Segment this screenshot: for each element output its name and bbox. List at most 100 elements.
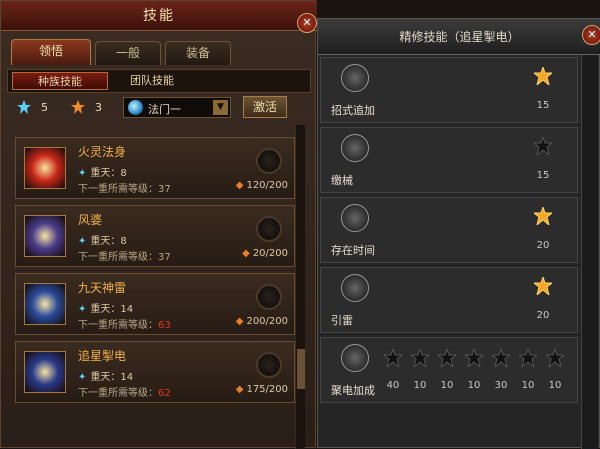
- blue-point-count: 5: [41, 101, 48, 114]
- skill-cost-text: 175/200: [246, 384, 288, 395]
- blue-star-icon: ✦: [78, 168, 87, 179]
- refine-skill-icon[interactable]: [341, 274, 369, 302]
- refine-node-value: 10: [440, 380, 454, 391]
- close-skill-window-button[interactable]: ✕: [297, 13, 317, 33]
- refine-row: 缴械 15: [320, 127, 578, 193]
- refine-node-icon[interactable]: [519, 349, 537, 367]
- resource-row: 5 3 法门一 ▼ 激活: [7, 95, 311, 121]
- requirement-text: 下一重所需等级：37: [78, 252, 171, 263]
- skill-list-scrollbar[interactable]: [295, 125, 305, 449]
- subtab-team-skills[interactable]: 团队技能: [112, 72, 192, 90]
- chevron-down-icon[interactable]: ▼: [213, 100, 228, 115]
- refine-node-value: 20: [536, 240, 550, 251]
- skill-cost: ◆ 200/200: [236, 316, 288, 327]
- skill-level-text: 重天：14: [90, 304, 134, 315]
- refine-skill-panel: 精修技能（追星掣电） ✕ 招式追加 15 缴械 15 存在时间 20 引雷 20 聚电加成 40 1…: [317, 18, 600, 449]
- refine-row: 招式追加 15: [320, 57, 578, 123]
- upgrade-slot-icon[interactable]: [256, 216, 282, 242]
- refine-node-value: 10: [467, 380, 481, 391]
- skill-name: 火灵法身: [78, 145, 127, 159]
- orange-point-count: 3: [95, 101, 102, 114]
- skill-card[interactable]: 火灵法身 ✦ 重天：8 下一重所需等级：37 ◆ 120/200: [15, 137, 295, 199]
- refine-node-icon[interactable]: [534, 137, 552, 155]
- refine-node-icon[interactable]: [534, 67, 552, 85]
- skill-card[interactable]: 追星掣电 ✦ 重天：14 下一重所需等级：62 ◆ 175/200: [15, 341, 295, 403]
- skill-window: 技能 ✕ 领悟 一般 装备 种族技能 团队技能 5 3 法门一 ▼ 激活 火灵法…: [0, 0, 317, 449]
- subtab-race-skills[interactable]: 种族技能: [12, 72, 108, 90]
- tab-equipment[interactable]: 装备: [165, 41, 231, 65]
- refine-node-value: 15: [536, 170, 550, 181]
- upgrade-slot-icon[interactable]: [256, 352, 282, 378]
- skill-icon: [24, 283, 66, 325]
- school-select[interactable]: 法门一 ▼: [123, 97, 231, 118]
- refine-label: 引雷: [331, 314, 353, 327]
- orange-gem-icon: ◆: [235, 180, 244, 191]
- refine-node-icon[interactable]: [534, 207, 552, 225]
- school-orb-icon: [128, 100, 143, 115]
- orange-gem-icon: ◆: [235, 384, 244, 395]
- orange-gem-icon: ◆: [235, 316, 244, 327]
- refine-node-value: 30: [494, 380, 508, 391]
- refine-node-value: 40: [386, 380, 400, 391]
- refine-panel-scrollbar[interactable]: [581, 55, 598, 449]
- requirement-text: 下一重所需等级：: [78, 320, 158, 331]
- refine-node-icon[interactable]: [411, 349, 429, 367]
- skill-cost: ◆ 20/200: [242, 248, 288, 259]
- orange-gem-icon: [71, 100, 85, 114]
- subtab-bar: 种族技能 团队技能: [7, 69, 311, 93]
- refine-node-icon[interactable]: [534, 277, 552, 295]
- skill-icon: [24, 147, 66, 189]
- skill-icon: [24, 215, 66, 257]
- upgrade-slot-icon[interactable]: [256, 284, 282, 310]
- skill-requirement: 下一重所需等级：37: [78, 180, 171, 195]
- skill-card[interactable]: 风婆 ✦ 重天：8 下一重所需等级：37 ◆ 20/200: [15, 205, 295, 267]
- refine-skill-icon[interactable]: [341, 134, 369, 162]
- refine-label: 存在时间: [331, 244, 375, 257]
- skill-cost-text: 120/200: [246, 180, 288, 191]
- skill-level-text: 重天：8: [90, 236, 127, 247]
- requirement-text: 下一重所需等级：37: [78, 184, 171, 195]
- skill-name: 风婆: [78, 213, 103, 227]
- refine-node-icon[interactable]: [492, 349, 510, 367]
- orange-gem-icon: ◆: [242, 248, 250, 259]
- refine-node-value: 10: [413, 380, 427, 391]
- skill-card[interactable]: 九天神雷 ✦ 重天：14 下一重所需等级：63 ◆ 200/200: [15, 273, 295, 335]
- refine-node-icon[interactable]: [546, 349, 564, 367]
- refine-row: 引雷 20: [320, 267, 578, 333]
- skill-level: ✦ 重天：14: [78, 368, 133, 383]
- refine-label: 招式追加: [331, 104, 375, 117]
- skill-requirement: 下一重所需等级：62: [78, 384, 171, 399]
- skill-level-text: 重天：14: [90, 372, 134, 383]
- refine-node-icon[interactable]: [465, 349, 483, 367]
- requirement-text: 下一重所需等级：: [78, 388, 158, 399]
- refine-panel-title: 精修技能（追星掣电）: [318, 19, 600, 55]
- skill-list: 火灵法身 ✦ 重天：8 下一重所需等级：37 ◆ 120/200 风婆 ✦ 重天：8 下一重所需等…: [9, 125, 309, 449]
- skill-requirement: 下一重所需等级：37: [78, 248, 171, 263]
- refine-node-value: 20: [536, 310, 550, 321]
- activate-button[interactable]: 激活: [243, 96, 287, 118]
- skill-cost-text: 200/200: [246, 316, 288, 327]
- skill-level: ✦ 重天：14: [78, 300, 133, 315]
- requirement-level: 63: [158, 320, 171, 331]
- refine-label: 聚电加成: [331, 384, 375, 397]
- tab-comprehend[interactable]: 领悟: [11, 39, 91, 65]
- upgrade-slot-icon[interactable]: [256, 148, 282, 174]
- skill-name: 九天神雷: [78, 281, 127, 295]
- skill-level: ✦ 重天：8: [78, 164, 127, 179]
- refine-node-value: 10: [521, 380, 535, 391]
- skill-cost-text: 20/200: [252, 248, 288, 259]
- tab-general[interactable]: 一般: [95, 41, 161, 65]
- refine-skill-icon[interactable]: [341, 64, 369, 92]
- skill-cost: ◆ 175/200: [236, 384, 288, 395]
- refine-node-icon[interactable]: [384, 349, 402, 367]
- refine-skill-icon[interactable]: [341, 344, 369, 372]
- refine-skill-icon[interactable]: [341, 204, 369, 232]
- skill-level: ✦ 重天：8: [78, 232, 127, 247]
- scroll-thumb[interactable]: [297, 349, 305, 389]
- blue-star-icon: ✦: [78, 236, 87, 247]
- requirement-level: 62: [158, 388, 171, 399]
- close-refine-panel-button[interactable]: ✕: [582, 25, 600, 45]
- refine-node-icon[interactable]: [438, 349, 456, 367]
- refine-node-value: 10: [548, 380, 562, 391]
- skill-level-text: 重天：8: [90, 168, 127, 179]
